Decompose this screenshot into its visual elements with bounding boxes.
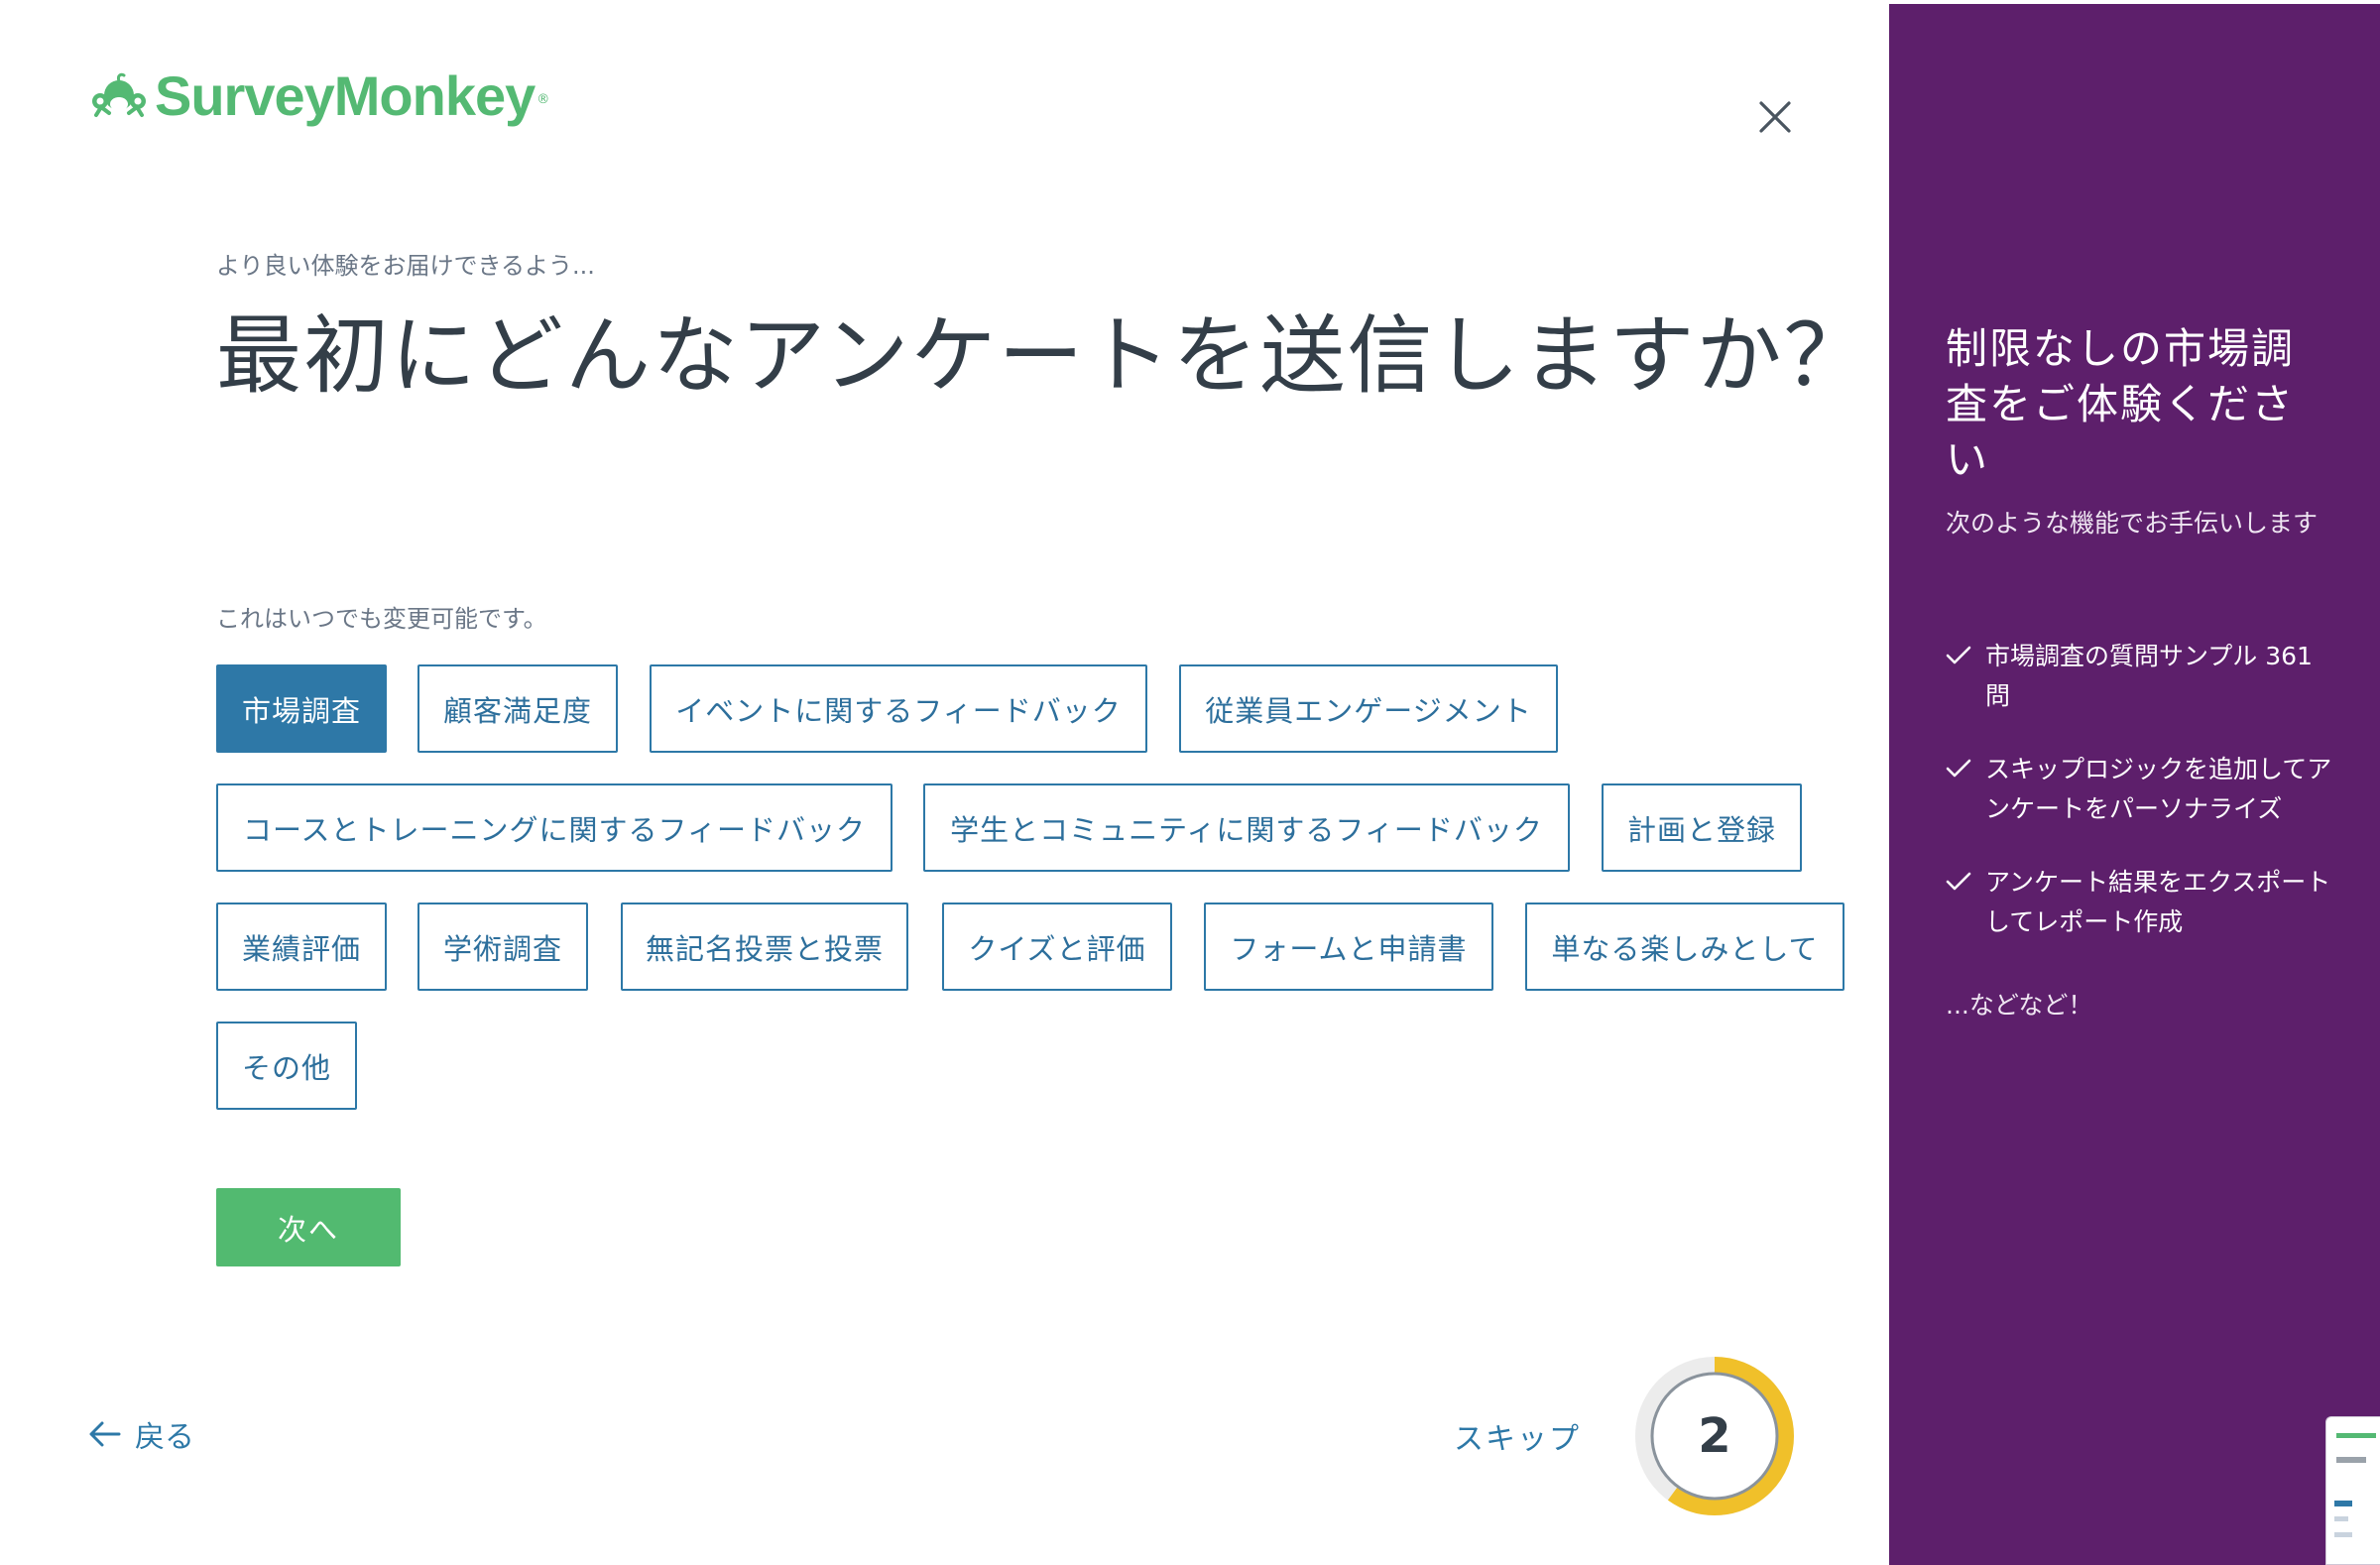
sidebar-feature: 市場調査の質問サンプル 361 問 [1946, 637, 2342, 716]
progress-step: 2 [1698, 1408, 1731, 1464]
sidebar-feature-text: アンケート結果をエクスポートしてレポート作成 [1985, 868, 2331, 936]
preview-thumbnail [2325, 1416, 2380, 1565]
option-employee-engagement[interactable]: 従業員エンゲージメント [1179, 664, 1558, 753]
promo-sidebar: 制限なしの市場調査をご体験ください 次のような機能でお手伝いします 市場調査の質… [1889, 4, 2380, 1565]
onboarding-page: SurveyMonkey ® より良い体験をお届けできるよう... 最初にどんな… [0, 0, 2380, 1565]
monkey-logo-icon [92, 72, 146, 117]
logo-wordmark: SurveyMonkey [155, 64, 536, 127]
check-icon [1946, 759, 1971, 778]
check-icon [1946, 646, 1971, 664]
question-hint: これはいつでも変更可能です。 [216, 605, 547, 633]
question-eyebrow: より良い体験をお届けできるよう... [216, 252, 595, 280]
option-planning-registration[interactable]: 計画と登録 [1602, 783, 1802, 872]
next-button[interactable]: 次へ [216, 1188, 401, 1266]
option-academic-research[interactable]: 学術調査 [417, 903, 588, 991]
check-icon [1946, 872, 1971, 891]
sidebar-subtitle: 次のような機能でお手伝いします [1946, 509, 2319, 538]
option-performance-review[interactable]: 業績評価 [216, 903, 387, 991]
back-button[interactable]: 戻る [89, 1412, 194, 1456]
sidebar-feature: アンケート結果をエクスポートしてレポート作成 [1946, 863, 2342, 942]
option-forms-applications[interactable]: フォームと申請書 [1204, 903, 1493, 991]
option-ballots-voting[interactable]: 無記名投票と投票 [621, 903, 908, 991]
main-panel: SurveyMonkey ® より良い体験をお届けできるよう... 最初にどんな… [0, 0, 1889, 1565]
option-customer-satisfaction[interactable]: 顧客満足度 [417, 664, 618, 753]
sidebar-feature: スキップロジックを追加してアンケートをパーソナライズ [1946, 750, 2342, 829]
option-other[interactable]: その他 [216, 1022, 357, 1110]
registered-mark: ® [536, 92, 550, 107]
option-quizzes-assessments[interactable]: クイズと評価 [942, 903, 1172, 991]
progress-indicator: 2 [1631, 1353, 1798, 1519]
sidebar-feature-text: 市場調査の質問サンプル 361 問 [1985, 642, 2313, 710]
close-button[interactable] [1753, 95, 1797, 139]
arrow-left-icon [89, 1421, 121, 1447]
sidebar-feature-text: スキップロジックを追加してアンケートをパーソナライズ [1985, 755, 2332, 823]
sidebar-more: ...などなど！ [1946, 991, 2093, 1020]
question-title: 最初にどんなアンケートを送信しますか？ [216, 306, 1871, 406]
close-icon [1759, 101, 1791, 133]
back-label: 戻る [135, 1420, 194, 1455]
option-student-community-feedback[interactable]: 学生とコミュニティに関するフィードバック [923, 783, 1570, 872]
skip-button[interactable]: スキップ [1454, 1414, 1581, 1458]
sidebar-title: 制限なしの市場調査をご体験ください [1946, 324, 2296, 484]
logo: SurveyMonkey ® [91, 63, 549, 128]
option-course-training-feedback[interactable]: コースとトレーニングに関するフィードバック [216, 783, 892, 872]
option-market-research[interactable]: 市場調査 [216, 664, 387, 753]
option-event-feedback[interactable]: イベントに関するフィードバック [650, 664, 1147, 753]
option-just-for-fun[interactable]: 単なる楽しみとして [1525, 903, 1844, 991]
